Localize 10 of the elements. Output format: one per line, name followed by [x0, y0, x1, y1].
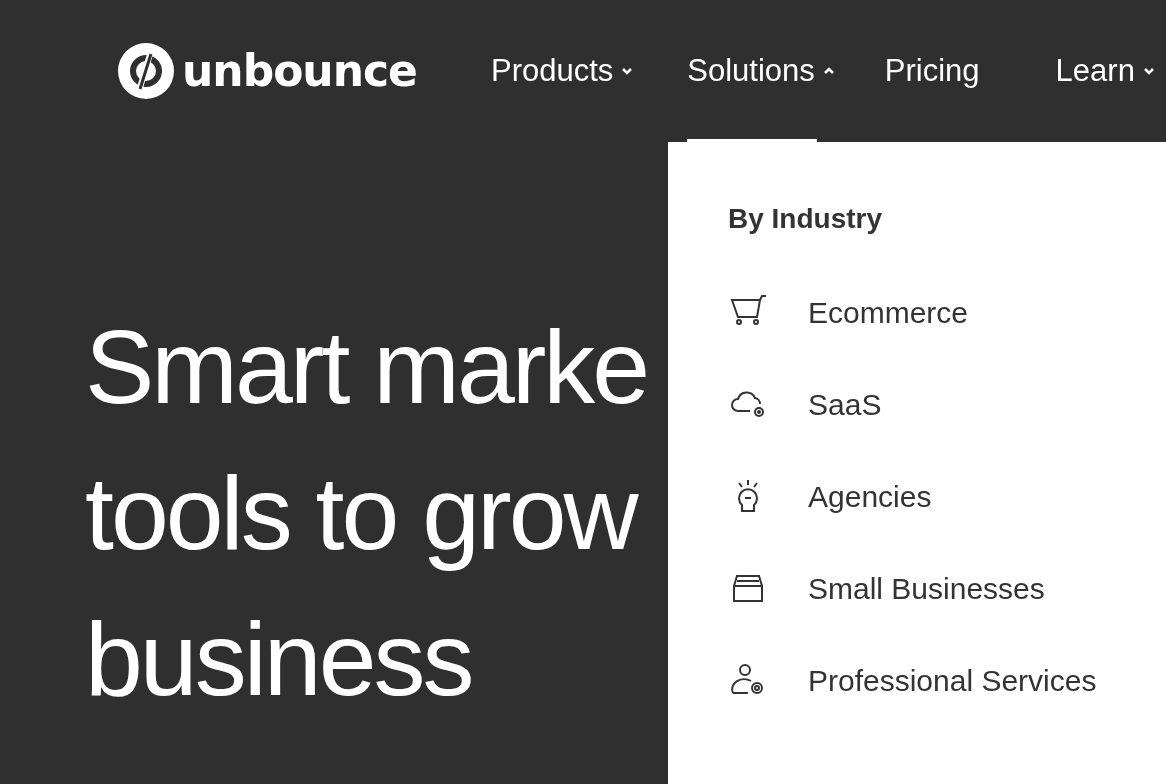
hero-heading: business	[85, 600, 472, 719]
nav-link[interactable]: Solutions	[687, 0, 835, 142]
logo[interactable]: unbounce	[118, 43, 417, 99]
nav-link[interactable]: Learn	[1055, 0, 1155, 142]
section-heading: By Industry	[728, 202, 884, 236]
hero-heading: tools to grow	[85, 454, 636, 573]
nav-link[interactable]: Products	[490, 0, 634, 142]
nav-link[interactable]: Pricing	[884, 0, 980, 142]
logo-icon	[118, 43, 174, 99]
hero-heading: Smart marke	[85, 308, 648, 427]
